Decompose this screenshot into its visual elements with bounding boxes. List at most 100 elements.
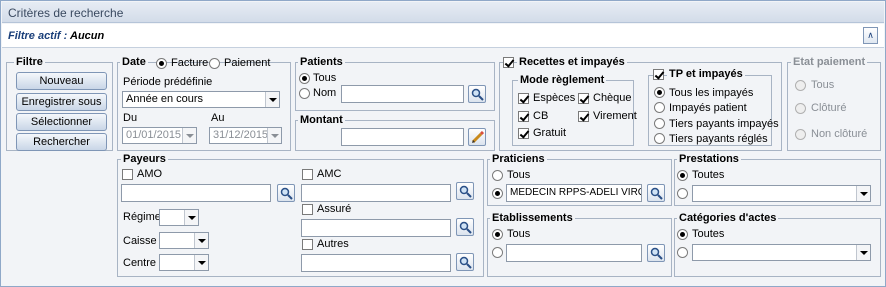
etablissement-search-button[interactable] — [647, 244, 665, 262]
etablissements-select-radio[interactable] — [492, 247, 503, 258]
date-title: Date — [120, 56, 148, 68]
virement-label: Virement — [593, 110, 637, 122]
amc-label: AMC — [317, 168, 342, 180]
du-label: Du — [123, 112, 138, 124]
search-icon — [459, 256, 472, 269]
especes-checkbox[interactable] — [518, 93, 529, 104]
search-icon — [650, 187, 663, 200]
search-icon — [459, 185, 472, 198]
autres-input[interactable] — [301, 254, 451, 272]
enregistrer-sous-button[interactable]: Enregistrer sous — [16, 93, 107, 111]
prestations-select[interactable] — [692, 185, 871, 202]
date-paiement-radio[interactable] — [209, 58, 220, 69]
impayes-patient-label: Impayés patient — [669, 102, 747, 114]
amo-checkbox[interactable] — [122, 169, 133, 180]
gratuit-label: Gratuit — [533, 127, 567, 139]
gratuit-checkbox[interactable] — [518, 128, 529, 139]
periode-value: Année en cours — [126, 93, 204, 105]
autres-checkbox[interactable] — [302, 239, 313, 250]
patient-search-button[interactable] — [468, 85, 486, 103]
centre-select[interactable] — [159, 254, 209, 271]
patients-nom-radio[interactable] — [299, 88, 310, 99]
assure-search-button[interactable] — [456, 218, 474, 236]
prestations-toutes-radio[interactable] — [677, 170, 688, 181]
cb-checkbox[interactable] — [518, 111, 529, 122]
caisse-label: Caisse — [123, 235, 157, 247]
praticiens-tous-label: Tous — [507, 169, 531, 181]
tous-impayes-label: Tous les impayés — [669, 87, 754, 99]
selectionner-button[interactable]: Sélectionner — [16, 113, 107, 131]
assure-input[interactable] — [301, 219, 451, 237]
montant-edit-button[interactable] — [468, 128, 486, 146]
etat-non-cloture-radio[interactable] — [795, 129, 806, 140]
search-criteria-panel: Critères de recherche Filtre actif : Auc… — [0, 0, 886, 287]
categories-toutes-label: Toutes — [692, 228, 725, 240]
cb-label: CB — [533, 110, 549, 122]
collapse-icon[interactable]: ∧ — [863, 27, 878, 44]
mode-reglement-title: Mode règlement — [518, 74, 607, 86]
au-date-picker[interactable]: 31/12/2015 — [209, 127, 282, 144]
active-filter-value: Aucun — [70, 30, 105, 42]
amo-search-button[interactable] — [277, 184, 295, 202]
prestations-select-radio[interactable] — [677, 188, 688, 199]
praticien-search-button[interactable] — [647, 184, 665, 202]
du-date-picker[interactable]: 01/01/2015 — [122, 127, 197, 144]
date-facture-radio[interactable] — [156, 58, 167, 69]
autres-search-button[interactable] — [456, 253, 474, 271]
amc-search-button[interactable] — [456, 182, 474, 200]
regime-select[interactable] — [159, 209, 199, 226]
tiers-impayes-label: Tiers payants impayés — [669, 118, 779, 130]
prestations-toutes-label: Toutes — [692, 169, 725, 181]
etat-cloture-radio[interactable] — [795, 103, 806, 114]
patients-title: Patients — [298, 56, 345, 68]
tp-impayes-title: TP et impayés — [667, 68, 745, 80]
tp-impayes-checkbox[interactable] — [653, 69, 664, 80]
categories-select[interactable] — [692, 244, 871, 261]
categories-toutes-radio[interactable] — [677, 229, 688, 240]
payeurs-title: Payeurs — [121, 153, 168, 165]
etat-cloture-label: Clôturé — [811, 102, 847, 114]
patients-tous-label: Tous — [313, 72, 337, 84]
praticiens-select-radio[interactable] — [492, 188, 503, 199]
praticien-input[interactable]: MEDECIN RPPS-ADELI VIRGINIE — [506, 184, 642, 202]
au-value: 31/12/2015 — [213, 129, 269, 141]
cheque-checkbox[interactable] — [578, 93, 589, 104]
panel-title: Critères de recherche — [2, 2, 884, 23]
categories-select-radio[interactable] — [677, 247, 688, 258]
assure-checkbox[interactable] — [302, 204, 313, 215]
regime-label: Régime — [123, 211, 161, 223]
nouveau-button[interactable]: Nouveau — [16, 72, 107, 90]
assure-label: Assuré — [317, 203, 352, 215]
tous-impayes-radio[interactable] — [654, 87, 665, 98]
etat-tous-radio[interactable] — [795, 80, 806, 91]
periode-select[interactable]: Année en cours — [122, 91, 280, 108]
du-value: 01/01/2015 — [126, 129, 182, 141]
etablissements-tous-label: Tous — [507, 228, 531, 240]
search-icon — [280, 187, 293, 200]
centre-label: Centre — [123, 257, 157, 269]
amo-label: AMO — [137, 168, 163, 180]
virement-checkbox[interactable] — [578, 111, 589, 122]
etablissements-tous-radio[interactable] — [492, 229, 503, 240]
amc-input[interactable] — [301, 184, 451, 202]
montant-input[interactable] — [341, 128, 464, 146]
impayes-patient-radio[interactable] — [654, 102, 665, 113]
patients-tous-radio[interactable] — [299, 73, 310, 84]
recettes-checkbox[interactable] — [503, 57, 514, 68]
etablissement-input[interactable] — [506, 244, 642, 262]
rechercher-button[interactable]: Rechercher — [16, 133, 107, 151]
etat-tous-label: Tous — [811, 79, 835, 91]
filtre-title: Filtre — [14, 56, 45, 68]
patient-nom-input[interactable] — [341, 85, 464, 103]
amc-checkbox[interactable] — [302, 169, 313, 180]
etat-non-cloture-label: Non clôturé — [811, 128, 868, 140]
prestations-title: Prestations — [677, 153, 741, 165]
pencil-icon — [471, 131, 484, 144]
tiers-impayes-radio[interactable] — [654, 118, 665, 129]
search-icon — [650, 247, 663, 260]
amo-input[interactable] — [121, 184, 271, 202]
tiers-regles-radio[interactable] — [654, 133, 665, 144]
caisse-select[interactable] — [159, 232, 209, 249]
praticiens-title: Praticiens — [490, 153, 547, 165]
praticiens-tous-radio[interactable] — [492, 170, 503, 181]
